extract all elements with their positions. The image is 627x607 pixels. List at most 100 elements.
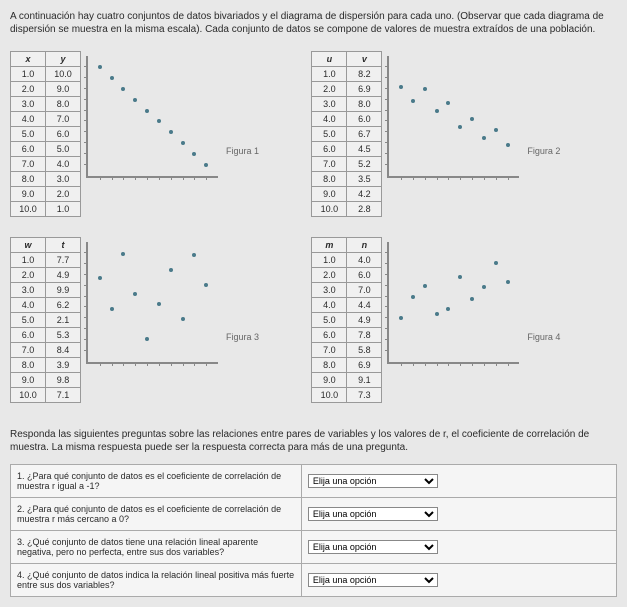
scatter-plot-1 — [86, 56, 218, 178]
cell: 10.0 — [312, 388, 347, 403]
cell: 9.0 — [312, 187, 347, 202]
cell: 6.0 — [312, 328, 347, 343]
cell: 7.7 — [46, 253, 81, 268]
cell: 5.0 — [46, 142, 81, 157]
cell: 5.0 — [312, 313, 347, 328]
cell: 1.0 — [312, 67, 347, 82]
cell: 8.0 — [11, 358, 46, 373]
cell: 2.0 — [11, 82, 46, 97]
cell: 7.0 — [11, 157, 46, 172]
answer-select-1[interactable]: Elija una opción — [308, 474, 438, 488]
cell: 6.7 — [347, 127, 382, 142]
questions-table: 1. ¿Para qué conjunto de datos es el coe… — [10, 464, 617, 597]
cell: 2.0 — [11, 268, 46, 283]
figure-1: xy1.010.02.09.03.08.04.07.05.06.06.05.07… — [10, 51, 301, 217]
cell: 4.0 — [312, 112, 347, 127]
question-1: 1. ¿Para qué conjunto de datos es el coe… — [11, 465, 302, 498]
cell: 6.0 — [46, 127, 81, 142]
cell: 3.0 — [46, 172, 81, 187]
cell: 7.0 — [312, 343, 347, 358]
cell: 6.0 — [347, 112, 382, 127]
figure-3: wt1.07.72.04.93.09.94.06.25.02.16.05.37.… — [10, 237, 301, 403]
cell: 4.0 — [312, 298, 347, 313]
cell: 5.0 — [11, 313, 46, 328]
cell: 6.0 — [347, 268, 382, 283]
scatter-plot-2 — [387, 56, 519, 178]
cell: 6.0 — [11, 142, 46, 157]
cell: 4.0 — [11, 112, 46, 127]
cell: 9.0 — [11, 373, 46, 388]
col-header: w — [11, 238, 46, 253]
cell: 9.1 — [347, 373, 382, 388]
cell: 4.9 — [46, 268, 81, 283]
figure-label: Figura 1 — [226, 146, 259, 156]
cell: 7.8 — [347, 328, 382, 343]
cell: 7.0 — [46, 112, 81, 127]
cell: 5.0 — [312, 127, 347, 142]
col-header: n — [347, 238, 382, 253]
cell: 9.9 — [46, 283, 81, 298]
cell: 6.0 — [312, 142, 347, 157]
cell: 5.0 — [11, 127, 46, 142]
cell: 9.0 — [46, 82, 81, 97]
figure-2: uv1.08.22.06.93.08.04.06.05.06.76.04.57.… — [311, 51, 602, 217]
cell: 7.0 — [347, 283, 382, 298]
cell: 7.3 — [347, 388, 382, 403]
cell: 2.1 — [46, 313, 81, 328]
cell: 3.0 — [11, 283, 46, 298]
cell: 5.2 — [347, 157, 382, 172]
cell: 8.2 — [347, 67, 382, 82]
cell: 9.8 — [46, 373, 81, 388]
answer-select-4[interactable]: Elija una opción — [308, 573, 438, 587]
col-header: u — [312, 52, 347, 67]
cell: 3.9 — [46, 358, 81, 373]
cell: 1.0 — [11, 67, 46, 82]
answer-select-2[interactable]: Elija una opción — [308, 507, 438, 521]
col-header: v — [347, 52, 382, 67]
cell: 5.8 — [347, 343, 382, 358]
cell: 4.5 — [347, 142, 382, 157]
cell: 4.0 — [11, 298, 46, 313]
cell: 4.0 — [347, 253, 382, 268]
cell: 8.4 — [46, 343, 81, 358]
figure-label: Figura 2 — [527, 146, 560, 156]
cell: 2.0 — [312, 268, 347, 283]
answer-select-3[interactable]: Elija una opción — [308, 540, 438, 554]
cell: 3.0 — [11, 97, 46, 112]
col-header: x — [11, 52, 46, 67]
cell: 1.0 — [312, 253, 347, 268]
table-1: xy1.010.02.09.03.08.04.07.05.06.06.05.07… — [10, 51, 81, 217]
cell: 8.0 — [312, 172, 347, 187]
col-header: m — [312, 238, 347, 253]
cell: 6.9 — [347, 358, 382, 373]
cell: 8.0 — [11, 172, 46, 187]
table-4: mn1.04.02.06.03.07.04.04.45.04.96.07.87.… — [311, 237, 382, 403]
cell: 3.5 — [347, 172, 382, 187]
cell: 7.1 — [46, 388, 81, 403]
cell: 10.0 — [11, 202, 46, 217]
figure-4: mn1.04.02.06.03.07.04.04.45.04.96.07.87.… — [311, 237, 602, 403]
cell: 5.3 — [46, 328, 81, 343]
cell: 1.0 — [11, 253, 46, 268]
figure-label: Figura 3 — [226, 332, 259, 342]
cell: 2.0 — [46, 187, 81, 202]
cell: 2.8 — [347, 202, 382, 217]
cell: 10.0 — [11, 388, 46, 403]
cell: 6.2 — [46, 298, 81, 313]
cell: 8.0 — [46, 97, 81, 112]
table-2: uv1.08.22.06.93.08.04.06.05.06.76.04.57.… — [311, 51, 382, 217]
figure-label: Figura 4 — [527, 332, 560, 342]
cell: 3.0 — [312, 283, 347, 298]
cell: 8.0 — [312, 358, 347, 373]
cell: 3.0 — [312, 97, 347, 112]
scatter-plot-4 — [387, 242, 519, 364]
cell: 6.9 — [347, 82, 382, 97]
cell: 4.4 — [347, 298, 382, 313]
question-2: 2. ¿Para qué conjunto de datos es el coe… — [11, 498, 302, 531]
cell: 1.0 — [46, 202, 81, 217]
cell: 2.0 — [312, 82, 347, 97]
cell: 9.0 — [11, 187, 46, 202]
cell: 4.0 — [46, 157, 81, 172]
scatter-plot-3 — [86, 242, 218, 364]
table-3: wt1.07.72.04.93.09.94.06.25.02.16.05.37.… — [10, 237, 81, 403]
